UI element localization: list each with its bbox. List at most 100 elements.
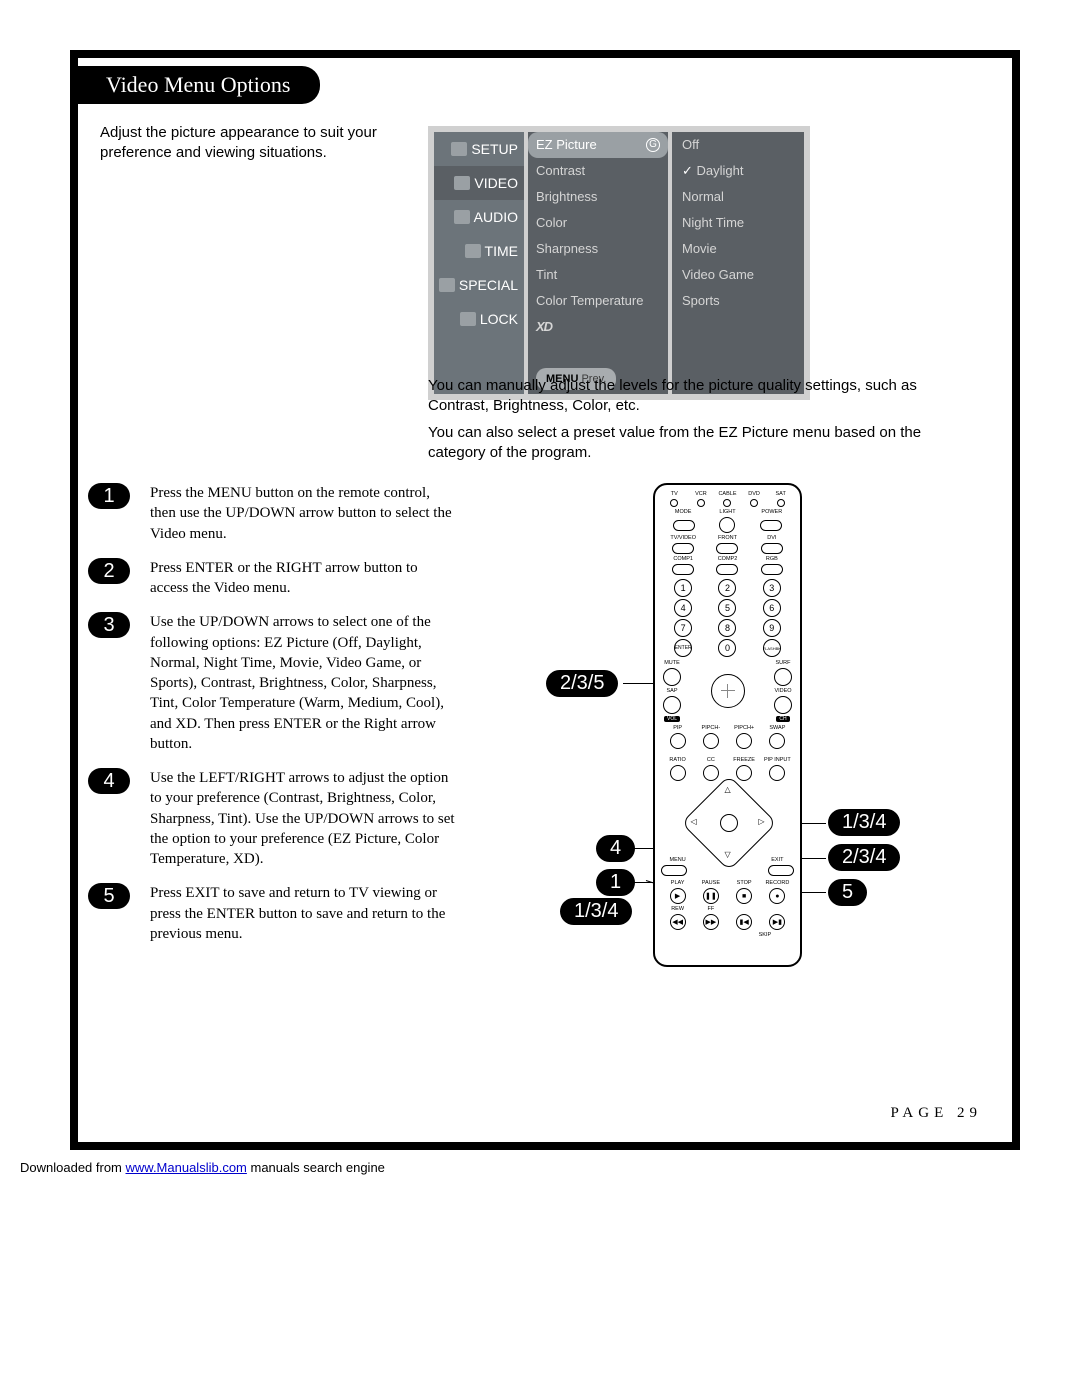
- remote-play-button: ▶: [670, 888, 686, 904]
- osd-special: SPECIAL: [459, 272, 518, 298]
- paragraph-1: You can manually adjust the levels for t…: [428, 376, 948, 417]
- osd-setup: SETUP: [471, 136, 518, 162]
- remote-num-0: 0: [718, 639, 736, 657]
- osd-night: Night Time: [672, 210, 804, 236]
- remote-dpad-center: [720, 814, 738, 832]
- remote-light-label: LIGHT: [705, 509, 749, 515]
- remote-pipinput-label: PIP INPUT: [761, 757, 794, 763]
- remote-dpad-down: ▽: [725, 850, 731, 859]
- step-text-3: Use the UP/DOWN arrows to select one of …: [150, 612, 458, 754]
- remote-front-button: [716, 543, 738, 554]
- remote-front-label: FRONT: [705, 535, 749, 541]
- remote-num-4: 4: [674, 599, 692, 617]
- remote-num-1: 1: [674, 579, 692, 597]
- led-dvd: [750, 499, 758, 507]
- step-5: 5 Press EXIT to save and return to TV vi…: [88, 883, 458, 944]
- remote-mode-label: MODE: [661, 509, 705, 515]
- remote-sap-label: SAP: [666, 688, 677, 694]
- remote-dvd-label: DVD: [741, 491, 768, 497]
- remote-power-label: POWER: [750, 509, 794, 515]
- remote-ch-label: CH: [776, 716, 789, 722]
- remote-pip-button: [670, 733, 686, 749]
- callout-down: 1/3/4: [560, 898, 632, 925]
- remote-surf-label: SURF: [776, 660, 791, 666]
- osd-movie: Movie: [672, 236, 804, 262]
- remote-enter-button: ENTER: [674, 639, 692, 657]
- content-frame: Video Menu Options Adjust the picture ap…: [70, 50, 1020, 1150]
- osd-xd: XD: [528, 314, 668, 340]
- remote-num-8: 8: [718, 619, 736, 637]
- osd-color: Color: [528, 210, 668, 236]
- time-icon: [465, 244, 481, 258]
- remote-swap-label: SWAP: [761, 725, 794, 731]
- led-cable: [723, 499, 731, 507]
- footer-pre: Downloaded from: [20, 1160, 126, 1175]
- led-vcr: [697, 499, 705, 507]
- section-title: Video Menu Options: [76, 66, 320, 104]
- remote-dpad-left: ◁: [691, 817, 697, 826]
- remote-tvvideo-button: [672, 543, 694, 554]
- remote-vcr-label: VCR: [688, 491, 715, 497]
- download-footer: Downloaded from www.Manualslib.com manua…: [20, 1160, 1080, 1175]
- step-text-4: Use the LEFT/RIGHT arrows to adjust the …: [150, 768, 458, 869]
- paragraph-2: You can also select a preset value from …: [428, 423, 948, 464]
- remote-menu-button: [661, 865, 687, 876]
- led-sat: [777, 499, 785, 507]
- led-tv: [670, 499, 678, 507]
- osd-game: Video Game: [672, 262, 804, 288]
- remote-skipback-button: ▮◀: [736, 914, 752, 930]
- remote-video-label: VIDEO: [774, 688, 791, 694]
- callout-right: 2/3/4: [828, 844, 900, 871]
- special-icon: [439, 278, 455, 292]
- remote-freeze-label: FREEZE: [728, 757, 761, 763]
- g-icon: G: [646, 138, 660, 152]
- remote-pause-button: ❚❚: [703, 888, 719, 904]
- remote-ch-rocker: SURF VIDEO CH: [772, 660, 794, 722]
- remote-record-button: ●: [769, 888, 785, 904]
- remote-play-label: PLAY: [661, 880, 694, 886]
- remote-rew-button: ◀◀: [670, 914, 686, 930]
- step-2: 2 Press ENTER or the RIGHT arrow button …: [88, 558, 458, 599]
- step-num-5: 5: [88, 883, 130, 909]
- step-num-3: 3: [88, 612, 130, 638]
- remote-pip-label: PIP: [661, 725, 694, 731]
- page: Video Menu Options Adjust the picture ap…: [0, 0, 1080, 1195]
- remote-skipfwd-button: ▶▮: [769, 914, 785, 930]
- step-1: 1 Press the MENU button on the remote co…: [88, 483, 458, 544]
- remote-stop-button: ■: [736, 888, 752, 904]
- page-number: PAGE 29: [890, 1105, 982, 1122]
- osd-contrast: Contrast: [528, 158, 668, 184]
- step-4: 4 Use the LEFT/RIGHT arrows to adjust th…: [88, 768, 458, 869]
- remote-ff-button: ▶▶: [703, 914, 719, 930]
- remote-center-nav: [711, 674, 745, 708]
- remote-exit-button: [768, 865, 794, 876]
- intro-text: Adjust the picture appearance to suit yo…: [100, 123, 450, 162]
- osd-ez-picture: EZ PictureG: [528, 132, 668, 158]
- osd-right-column: Off Daylight Normal Night Time Movie Vid…: [672, 132, 804, 394]
- remote-dvi-button: [761, 543, 783, 554]
- remote-tvvideo-label: TV/VIDEO: [661, 535, 705, 541]
- remote-vol-label: VOL: [664, 716, 680, 722]
- remote-freeze-button: [736, 765, 752, 781]
- remote-skip-label: SKIP: [744, 932, 786, 938]
- remote-pipchm-button: [703, 733, 719, 749]
- remote-num-5: 5: [718, 599, 736, 617]
- remote-comp2-label: COMP2: [705, 556, 749, 562]
- remote-stop-label: STOP: [728, 880, 761, 886]
- remote-dpad-up: △: [725, 785, 731, 794]
- osd-brightness: Brightness: [528, 184, 668, 210]
- remote-cc-label: CC: [694, 757, 727, 763]
- footer-post: manuals search engine: [247, 1160, 385, 1175]
- osd-off: Off: [672, 132, 804, 158]
- remote-sat-label: SAT: [767, 491, 794, 497]
- callout-enter: 2/3/5: [546, 670, 618, 697]
- remote-comp1-label: COMP1: [661, 556, 705, 562]
- osd-sports: Sports: [672, 288, 804, 314]
- osd-daylight: Daylight: [672, 158, 804, 184]
- footer-link[interactable]: www.Manualslib.com: [126, 1160, 247, 1175]
- remote-power-button: [760, 520, 782, 531]
- osd-normal: Normal: [672, 184, 804, 210]
- remote-num-3: 3: [763, 579, 781, 597]
- remote-pause-label: PAUSE: [694, 880, 727, 886]
- setup-icon: [451, 142, 467, 156]
